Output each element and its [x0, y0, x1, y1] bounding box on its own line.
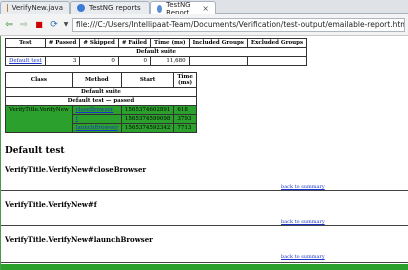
- test-heading: Default test: [5, 146, 65, 156]
- start-time: 1565374592342: [120, 123, 175, 133]
- header-passed: # Passed: [44, 38, 81, 48]
- summary-table: Test # Passed # Skipped # Failed Time (m…: [4, 38, 308, 66]
- tab-testng-report[interactable]: TestNG Report ×: [150, 1, 216, 17]
- method-heading: VerifyTitle.VerifyNew#closeBrowser: [5, 165, 147, 174]
- total-time: 11,680: [150, 56, 190, 66]
- url-field[interactable]: file:///C:/Users/Intellipaat-Team/Docume…: [72, 17, 405, 32]
- java-file-icon: [7, 4, 8, 12]
- method-heading: VerifyTitle.VerifyNew#launchBrowser: [5, 235, 153, 244]
- header-time: Time (ms): [150, 38, 190, 48]
- close-tab-icon[interactable]: ×: [202, 4, 209, 13]
- tab-testng-reports[interactable]: TestNG reports: [70, 1, 150, 14]
- header-class: Class: [5, 72, 73, 88]
- included-groups: [188, 56, 248, 66]
- tab-verifynew-java[interactable]: VerifyNew.java: [0, 1, 70, 14]
- start-time: 1565374602891: [120, 105, 175, 115]
- header-excluded-groups: Excluded Groups: [246, 38, 308, 48]
- method-heading: VerifyTitle.VerifyNew#f: [5, 200, 97, 209]
- suite-label: Default suite: [5, 87, 197, 97]
- skipped-count: 0: [79, 56, 119, 66]
- divider: [1, 190, 408, 191]
- tab-label: VerifyNew.java: [11, 4, 63, 12]
- back-icon[interactable]: ⇦: [3, 19, 15, 31]
- header-method: Method: [71, 72, 122, 88]
- method-link-closebrowser[interactable]: closeBrowser: [76, 107, 114, 113]
- passed-count: 3: [44, 56, 81, 66]
- divider: [1, 262, 408, 263]
- class-name: VerifyTitle.VerifyNew: [5, 105, 73, 133]
- header-skipped: # Skipped: [79, 38, 119, 48]
- header-failed: # Failed: [117, 38, 152, 48]
- divider: [1, 225, 408, 226]
- header-included-groups: Included Groups: [188, 38, 248, 48]
- duration: 7713: [173, 123, 197, 133]
- method-link-f[interactable]: f: [76, 116, 78, 122]
- start-time: 1565374599098: [120, 114, 175, 124]
- tab-label: TestNG reports: [89, 4, 141, 12]
- browser-toolbar: ⇦ ⇨ ■ ⟳ ▼ file:///C:/Users/Intellipaat-T…: [0, 14, 408, 36]
- table-row: Default test 3 0 0 11,680: [5, 56, 308, 66]
- default-test-link[interactable]: Default test: [9, 58, 42, 64]
- back-to-summary-link[interactable]: back to summary: [281, 254, 325, 260]
- forward-icon[interactable]: ⇨: [18, 19, 30, 31]
- duration: 618: [173, 105, 197, 115]
- header-test: Test: [5, 38, 46, 48]
- testng-icon: [77, 4, 85, 12]
- duration: 3793: [173, 114, 197, 124]
- stop-icon[interactable]: ■: [33, 19, 45, 31]
- editor-tab-bar: VerifyNew.java TestNG reports TestNG Rep…: [0, 0, 408, 17]
- test-status-label: Default test — passed: [5, 96, 197, 106]
- method-link-launchbrowser[interactable]: launchBrowser: [76, 125, 118, 131]
- suite-label: Default suite: [4, 47, 308, 57]
- report-content: Test # Passed # Skipped # Failed Time (m…: [0, 36, 408, 270]
- refresh-icon[interactable]: ⟳: [48, 19, 60, 31]
- excluded-groups: [246, 56, 308, 66]
- status-bar: [1, 264, 408, 270]
- header-time: Time (ms): [173, 72, 197, 88]
- method-detail-table: Class Method Start Time (ms) Default sui…: [5, 72, 197, 133]
- failed-count: 0: [117, 56, 152, 66]
- header-start: Start: [120, 72, 175, 88]
- globe-icon: [157, 4, 163, 13]
- table-row: VerifyTitle.VerifyNew closeBrowser 15653…: [5, 105, 197, 133]
- chevron-down-icon[interactable]: ▼: [63, 19, 69, 31]
